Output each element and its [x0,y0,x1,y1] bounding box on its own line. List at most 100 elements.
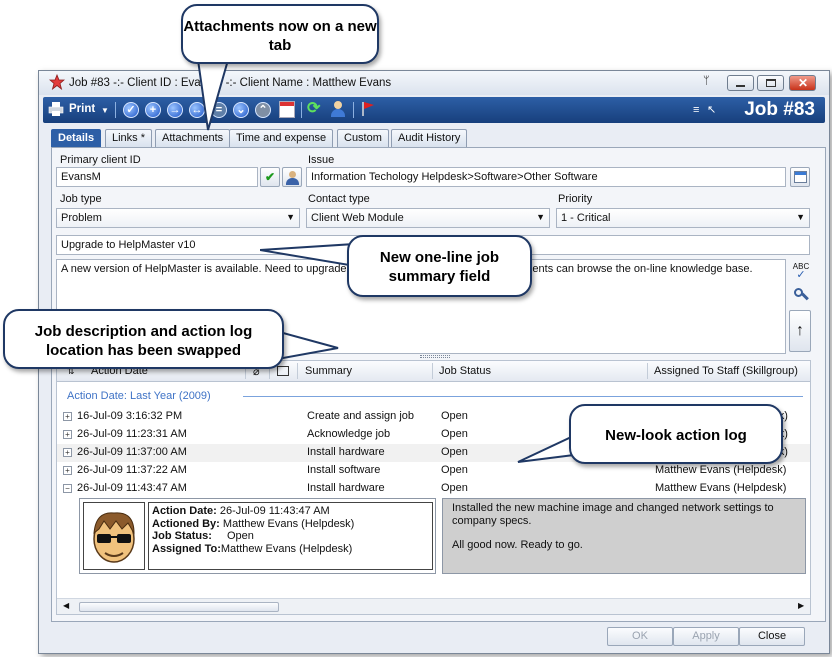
scroll-right-icon[interactable]: ▶ [798,601,804,610]
issue-browse-button[interactable] [790,167,810,187]
print-button[interactable]: Print [69,103,95,115]
row-date: 26-Jul-09 11:37:22 AM [77,464,187,476]
toolbar-separator [353,102,354,118]
toolbar: Print ▼ ✓ + → ↔ = ⌄ ⌃ ⟳ ≡ ↖ Job #83 [43,97,825,123]
assigned-to-value: Matthew Evans (Helpdesk) [220,542,353,555]
star-icon [49,74,65,90]
priority-select[interactable]: 1 - Critical ▼ [556,208,810,228]
row-date: 26-Jul-09 11:37:00 AM [77,446,187,458]
priority-value: 1 - Critical [561,212,611,224]
contact-type-select[interactable]: Client Web Module ▼ [306,208,550,228]
printer-icon[interactable] [48,101,64,117]
validate-client-button[interactable]: ✔ [260,167,280,187]
callout-pointer [196,60,230,131]
job-number-heading: Job #83 [744,99,815,120]
column-job-status[interactable]: Job Status [439,365,491,377]
table-row[interactable]: − 26-Jul-09 11:43:47 AM Install hardware… [57,480,810,498]
row-summary: Install hardware [307,446,385,458]
row-date: 26-Jul-09 11:43:47 AM [77,482,187,494]
cartoon-face-icon [93,512,135,563]
group-divider [243,396,803,397]
check-icon[interactable]: ✓ [123,102,139,118]
tab-links[interactable]: Links * [105,129,153,147]
assigned-to-label: Assigned To: [152,542,221,555]
ok-button[interactable]: OK [607,627,673,646]
up-icon[interactable]: ⌃ [255,102,271,118]
client-lookup-button[interactable] [282,167,302,187]
tab-custom[interactable]: Custom [337,129,389,147]
group-header[interactable]: Action Date: Last Year (2009) [67,390,211,402]
contact-type-value: Client Web Module [311,212,404,224]
action-detail-info: Action Date: 26-Jul-09 11:43:47 AM Actio… [148,502,433,570]
action-date-label: Action Date: [152,505,217,517]
action-note: Installed the new machine image and chan… [442,498,806,574]
row-date: 26-Jul-09 11:23:31 AM [77,428,187,440]
cursor-icon[interactable]: ↖ [707,103,716,116]
column-summary[interactable]: Summary [305,365,352,377]
expand-icon[interactable]: + [63,466,72,475]
expand-icon[interactable]: + [63,430,72,439]
job-type-value: Problem [61,212,102,224]
job-type-label: Job type [60,193,102,205]
chevron-down-icon: ▼ [286,212,295,222]
row-summary: Create and assign job [307,410,415,422]
column-assigned-to[interactable]: Assigned To Staff (Skillgroup) [654,365,798,377]
issue-field[interactable]: Information Techology Helpdesk>Software>… [306,167,786,187]
primary-client-field[interactable]: EvansM [56,167,258,187]
row-assigned: Matthew Evans (Helpdesk) [655,482,787,494]
flag-icon[interactable] [361,101,375,117]
checkmark-icon: ✔ [264,170,276,184]
job-status-label: Job Status: [152,530,212,542]
toolbar-separator [301,102,302,118]
callout-swap: Job description and action log location … [3,309,284,369]
print-dropdown-icon[interactable]: ▼ [101,106,109,115]
pin-icon[interactable]: ᛘ [703,75,710,87]
list-icon[interactable]: ≡ [693,104,699,116]
swap-up-button[interactable]: ↑ [789,310,811,352]
add-icon[interactable]: + [145,102,161,118]
close-button[interactable]: Close [739,627,805,646]
collapse-icon[interactable]: − [63,484,72,493]
row-summary: Acknowledge job [307,428,391,440]
row-summary: Install software [307,464,381,476]
row-date: 16-Jul-09 3:16:32 PM [77,410,183,422]
refresh-icon[interactable]: ⟳ [307,101,320,117]
spellcheck-icon[interactable]: ABC ✓ [792,263,810,281]
action-date-value: 26-Jul-09 11:43:47 AM [219,505,330,517]
row-status: Open [441,428,468,440]
horizontal-scrollbar[interactable]: ◀ ▶ [57,598,810,614]
contact-type-label: Contact type [308,193,370,205]
chevron-down-icon: ▼ [796,212,805,222]
row-summary: Install hardware [307,482,385,494]
callout-summary-field: New one-line job summary field [347,235,532,297]
apply-button[interactable]: Apply [673,627,739,646]
arrow-up-icon: ↑ [796,322,804,339]
actioned-by-value: Matthew Evans (Helpdesk) [222,517,355,530]
person-icon [289,171,296,178]
job-type-select[interactable]: Problem ▼ [56,208,300,228]
callout-attachments: Attachments now on a new tab [181,4,379,64]
scroll-left-icon[interactable]: ◀ [63,601,69,610]
primary-client-label: Primary client ID [60,154,141,166]
note-icon[interactable] [277,366,289,376]
title-bar: Job #83 -:- Client ID : EvansM -:- Clien… [39,71,829,95]
expand-icon[interactable]: + [63,448,72,457]
row-status: Open [441,482,468,494]
actioned-by-label: Actioned By: [152,517,220,530]
action-note-line: Installed the new machine image and chan… [452,502,774,527]
expand-icon[interactable]: + [63,412,72,421]
toolbar-separator [115,102,116,118]
calendar-icon[interactable] [279,101,295,118]
edit-search-icon[interactable] [792,286,810,304]
user-search-icon[interactable] [329,100,347,118]
splitter-handle[interactable] [420,355,450,358]
action-detail-card: Action Date: 26-Jul-09 11:43:47 AM Actio… [79,498,436,574]
close-window-button[interactable]: ✕ [789,75,816,91]
forward-icon[interactable]: → [167,102,183,118]
tab-audit-history[interactable]: Audit History [391,129,468,147]
tab-details[interactable]: Details [51,129,102,147]
minimize-button[interactable] [727,75,754,91]
scrollbar-thumb[interactable] [79,602,279,612]
avatar [83,502,145,570]
maximize-button[interactable] [757,75,784,91]
